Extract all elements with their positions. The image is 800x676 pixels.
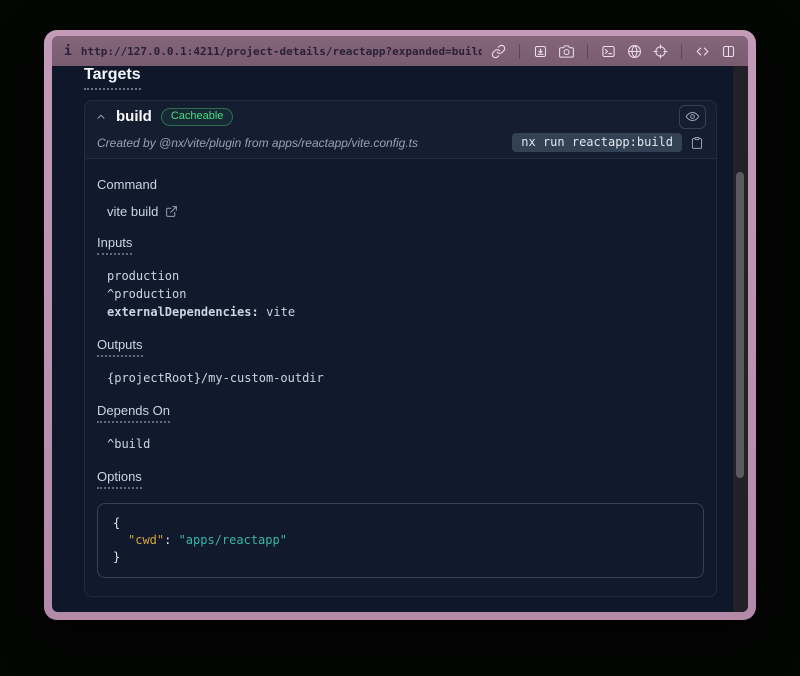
globe-icon[interactable] (627, 44, 642, 59)
toolbar-divider (587, 44, 588, 59)
input-item: production (107, 267, 704, 285)
terminal-icon[interactable] (601, 44, 616, 59)
depends-on-label[interactable]: Depends On (97, 403, 170, 423)
project-details-page: Targets build Cacheable C (52, 66, 733, 612)
columns-icon[interactable] (721, 44, 736, 59)
json-open-brace: { (113, 515, 688, 532)
options-label[interactable]: Options (97, 469, 142, 489)
import-icon[interactable] (533, 44, 548, 59)
toolbar-icon-cluster (491, 44, 736, 59)
url-text[interactable]: http://127.0.0.1:4211/project-details/re… (81, 45, 482, 58)
target-card-build-subheader: Created by @nx/vite/plugin from apps/rea… (85, 132, 716, 159)
toolbar-divider (519, 44, 520, 59)
command-section: Command vite build (97, 176, 704, 219)
input-item: externalDependencies: vite (107, 303, 704, 321)
target-card-build: build Cacheable Created by @nx/vite/plug… (84, 100, 717, 597)
json-key: "cwd" (128, 533, 164, 547)
page-content: Targets build Cacheable C (52, 66, 748, 612)
target-name: build (116, 108, 152, 125)
command-value-link[interactable]: vite build (97, 204, 178, 219)
json-property-line: "cwd": "apps/reactapp" (113, 532, 688, 549)
crosshair-icon[interactable] (653, 44, 668, 59)
browser-toolbar: i http://127.0.0.1:4211/project-details/… (52, 36, 748, 66)
info-icon[interactable]: i (64, 45, 72, 58)
chevron-up-icon[interactable] (95, 111, 107, 123)
inputs-section: Inputs production ^production externalDe… (97, 234, 704, 321)
eye-icon (685, 109, 700, 124)
command-label: Command (97, 177, 157, 192)
copy-icon (690, 136, 704, 150)
json-close-brace: } (113, 549, 688, 566)
options-section: Options { "cwd": "apps/reactapp" } (97, 468, 704, 578)
scrollbar-thumb[interactable] (736, 172, 744, 478)
json-separator: : (164, 533, 178, 547)
json-value: "apps/reactapp" (179, 533, 287, 547)
depends-on-section: Depends On ^build (97, 402, 704, 453)
scrollbar-track[interactable] (733, 66, 748, 612)
target-card-build-header: build Cacheable Created by @nx/vite/plug… (85, 101, 716, 159)
target-toggle-build[interactable]: build Cacheable (85, 101, 716, 132)
toolbar-divider (681, 44, 682, 59)
copy-command-button[interactable] (690, 136, 704, 150)
target-card-build-body: Command vite build Inputs production ^pr… (85, 159, 716, 596)
run-command-chip: nx run reactapp:build (512, 133, 682, 152)
link-icon[interactable] (491, 44, 506, 59)
code-icon[interactable] (695, 44, 710, 59)
created-by-text: Created by @nx/vite/plugin from apps/rea… (97, 136, 418, 150)
browser-window: i http://127.0.0.1:4211/project-details/… (44, 30, 756, 620)
command-value: vite build (107, 204, 158, 219)
camera-icon[interactable] (559, 44, 574, 59)
external-link-icon[interactable] (165, 205, 178, 218)
view-in-graph-button[interactable] (679, 105, 706, 129)
output-item: {projectRoot}/my-custom-outdir (107, 369, 704, 387)
inputs-label[interactable]: Inputs (97, 235, 132, 255)
outputs-section: Outputs {projectRoot}/my-custom-outdir (97, 336, 704, 387)
targets-heading[interactable]: Targets (84, 66, 141, 90)
outputs-label[interactable]: Outputs (97, 337, 143, 357)
depends-on-item: ^build (107, 435, 704, 453)
options-json-box: { "cwd": "apps/reactapp" } (97, 503, 704, 578)
input-item: ^production (107, 285, 704, 303)
input-item-key: externalDependencies: (107, 305, 259, 319)
input-item-value: vite (266, 305, 295, 319)
cacheable-badge: Cacheable (161, 108, 234, 126)
